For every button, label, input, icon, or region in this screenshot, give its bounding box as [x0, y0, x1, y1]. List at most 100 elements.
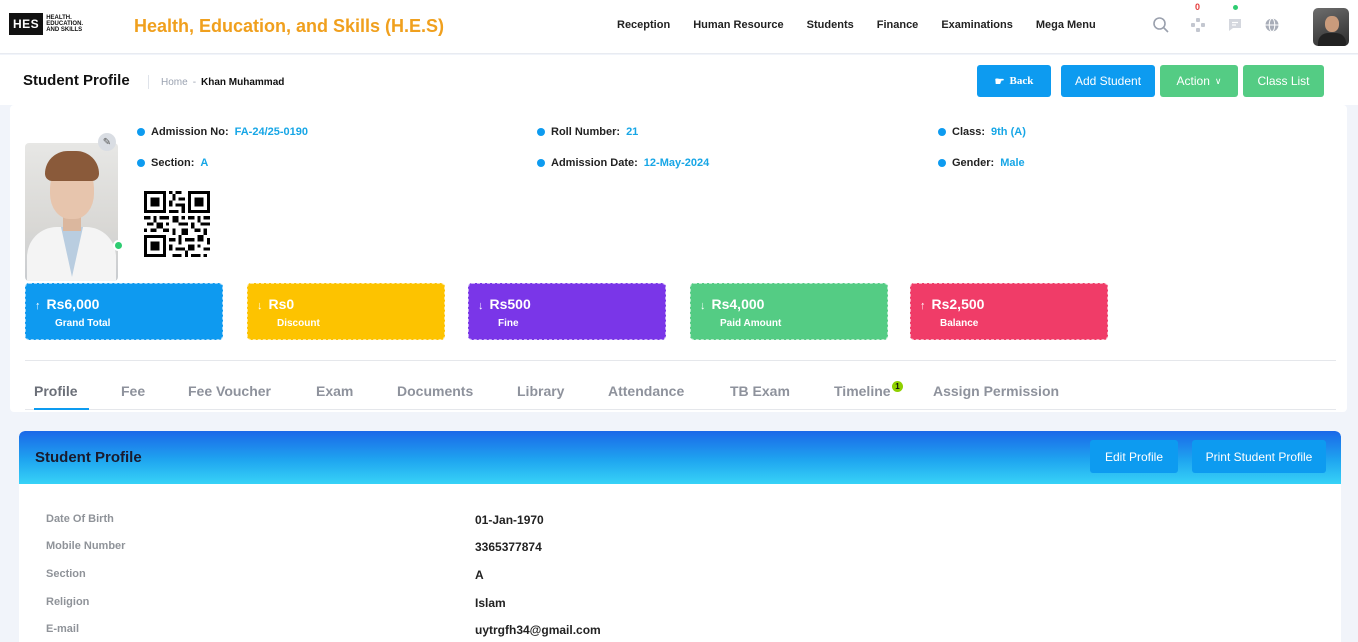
nav-reception[interactable]: Reception	[617, 19, 670, 31]
main-nav: Reception Human Resource Students Financ…	[617, 19, 1119, 31]
tab-attendance[interactable]: Attendance	[608, 383, 684, 399]
app-title: Health, Education, and Skills (H.E.S)	[134, 16, 445, 36]
tab-profile[interactable]: Profile	[34, 383, 78, 399]
notification-count: 0	[1195, 2, 1201, 12]
nav-mega-menu[interactable]: Mega Menu	[1036, 19, 1096, 31]
user-avatar[interactable]	[1313, 8, 1349, 46]
back-label: Back	[1009, 75, 1034, 87]
timeline-badge: 1	[892, 381, 903, 392]
section-value: A	[200, 157, 209, 169]
nav-examinations[interactable]: Examinations	[941, 19, 1013, 31]
admission-date-field: Admission Date: 12-May-2024	[537, 157, 709, 169]
back-button[interactable]: ☛ Back	[977, 65, 1051, 97]
tab-tb-exam[interactable]: TB Exam	[730, 383, 790, 399]
detail-label: Religion	[46, 596, 90, 608]
stat-amount: Rs4,000	[711, 296, 765, 312]
profile-summary-card: ✎ Admission No: FA-24/25-0190 Roll Number…	[10, 105, 1347, 412]
panel-header: Student Profile Edit Profile Print Stude…	[19, 431, 1341, 484]
hand-pointer-icon: ☛	[994, 75, 1005, 88]
stat-grand-total: ↑ Rs6,000 Grand Total	[25, 283, 223, 340]
detail-value: uytrgfh34@gmail.com	[475, 623, 601, 637]
arrow-down-icon: ↓	[257, 300, 263, 312]
tab-fee[interactable]: Fee	[121, 383, 145, 399]
edit-profile-button[interactable]: Edit Profile	[1090, 440, 1178, 473]
top-navbar: HES HEALTH. EDUCATION. AND SKILLS Health…	[0, 0, 1358, 54]
gender-field: Gender: Male	[938, 157, 1025, 169]
logo-mark: HES	[9, 13, 44, 35]
section-divider	[25, 360, 1336, 361]
roll-number-value: 21	[626, 126, 639, 138]
stat-amount: Rs500	[489, 296, 531, 312]
tab-assign-permission[interactable]: Assign Permission	[933, 383, 1059, 399]
breadcrumb-current: Khan Muhammad	[201, 76, 285, 88]
stat-amount: Rs0	[268, 296, 295, 312]
class-list-button[interactable]: Class List	[1243, 65, 1324, 97]
detail-row-religion: Religion Islam	[46, 596, 1326, 612]
admission-no-value: FA-24/25-0190	[234, 126, 309, 138]
detail-label: Mobile Number	[46, 540, 126, 552]
arrow-up-icon: ↑	[35, 300, 41, 312]
chevron-down-icon: ∨	[1214, 75, 1222, 86]
arrow-down-icon: ↓	[700, 300, 706, 312]
stat-paid-amount: ↓ Rs4,000 Paid Amount	[690, 283, 888, 340]
add-student-button[interactable]: Add Student	[1061, 65, 1155, 97]
tab-exam[interactable]: Exam	[316, 383, 353, 399]
logo-subtitle: HEALTH. EDUCATION. AND SKILLS	[46, 15, 84, 33]
stat-label: Fine	[498, 318, 519, 329]
nav-students[interactable]: Students	[807, 19, 854, 31]
page-header: Student Profile Home - Khan Muhammad ☛ B…	[0, 55, 1358, 105]
breadcrumb-home[interactable]: Home	[161, 77, 188, 88]
globe-icon[interactable]	[1261, 14, 1283, 36]
detail-label: Section	[46, 568, 86, 580]
detail-row-section: Section A	[46, 568, 1326, 584]
message-icon[interactable]	[1224, 5, 1246, 36]
student-photo	[25, 143, 118, 281]
status-online-icon	[113, 240, 124, 251]
stat-label: Grand Total	[55, 318, 111, 329]
print-profile-button[interactable]: Print Student Profile	[1192, 440, 1326, 473]
tab-library[interactable]: Library	[517, 383, 564, 399]
page-title: Student Profile	[23, 72, 130, 89]
detail-row-dob: Date Of Birth 01-Jan-1970	[46, 513, 1326, 529]
gender-value: Male	[1000, 157, 1025, 169]
roll-number-field: Roll Number: 21	[537, 126, 638, 138]
arrow-up-icon: ↑	[920, 300, 926, 312]
nav-finance[interactable]: Finance	[877, 19, 919, 31]
detail-label: Date Of Birth	[46, 513, 114, 525]
tab-timeline[interactable]: Timeline	[834, 383, 891, 399]
tab-fee-voucher[interactable]: Fee Voucher	[188, 383, 271, 399]
student-profile-panel: Student Profile Edit Profile Print Stude…	[19, 431, 1341, 642]
panel-title: Student Profile	[35, 449, 142, 466]
nav-human-resource[interactable]: Human Resource	[693, 19, 783, 31]
class-value: 9th (A)	[991, 126, 1026, 138]
detail-value: 3365377874	[475, 540, 542, 554]
action-label: Action	[1176, 74, 1210, 88]
stat-label: Discount	[277, 318, 320, 329]
app-logo[interactable]: HES HEALTH. EDUCATION. AND SKILLS	[9, 13, 92, 35]
detail-value: 01-Jan-1970	[475, 513, 544, 527]
class-field: Class: 9th (A)	[938, 126, 1026, 138]
admission-date-value: 12-May-2024	[643, 157, 710, 169]
arrow-down-icon: ↓	[478, 300, 484, 312]
qr-code	[144, 191, 210, 257]
action-dropdown[interactable]: Action ∨	[1160, 65, 1238, 97]
stat-label: Balance	[940, 318, 979, 329]
active-tab-indicator	[34, 408, 89, 410]
edit-photo-icon[interactable]: ✎	[98, 133, 116, 151]
breadcrumb-separator: -	[192, 76, 197, 88]
top-icon-group: 0	[1150, 2, 1298, 36]
stat-discount: ↓ Rs0 Discount	[247, 283, 445, 340]
stat-label: Paid Amount	[720, 318, 782, 329]
detail-row-email: E-mail uytrgfh34@gmail.com	[46, 623, 1326, 639]
detail-label: E-mail	[46, 623, 80, 635]
stat-balance: ↑ Rs2,500 Balance	[910, 283, 1108, 340]
breadcrumb: Home - Khan Muhammad	[148, 75, 284, 89]
apps-icon[interactable]: 0	[1187, 2, 1209, 36]
search-icon[interactable]	[1150, 14, 1172, 36]
stat-amount: Rs2,500	[931, 296, 985, 312]
tab-documents[interactable]: Documents	[397, 383, 473, 399]
detail-row-mobile: Mobile Number 3365377874	[46, 540, 1326, 556]
detail-value: Islam	[475, 596, 506, 610]
profile-tabs: Profile Fee Fee Voucher Exam Documents L…	[25, 373, 1336, 410]
stat-fine: ↓ Rs500 Fine	[468, 283, 666, 340]
